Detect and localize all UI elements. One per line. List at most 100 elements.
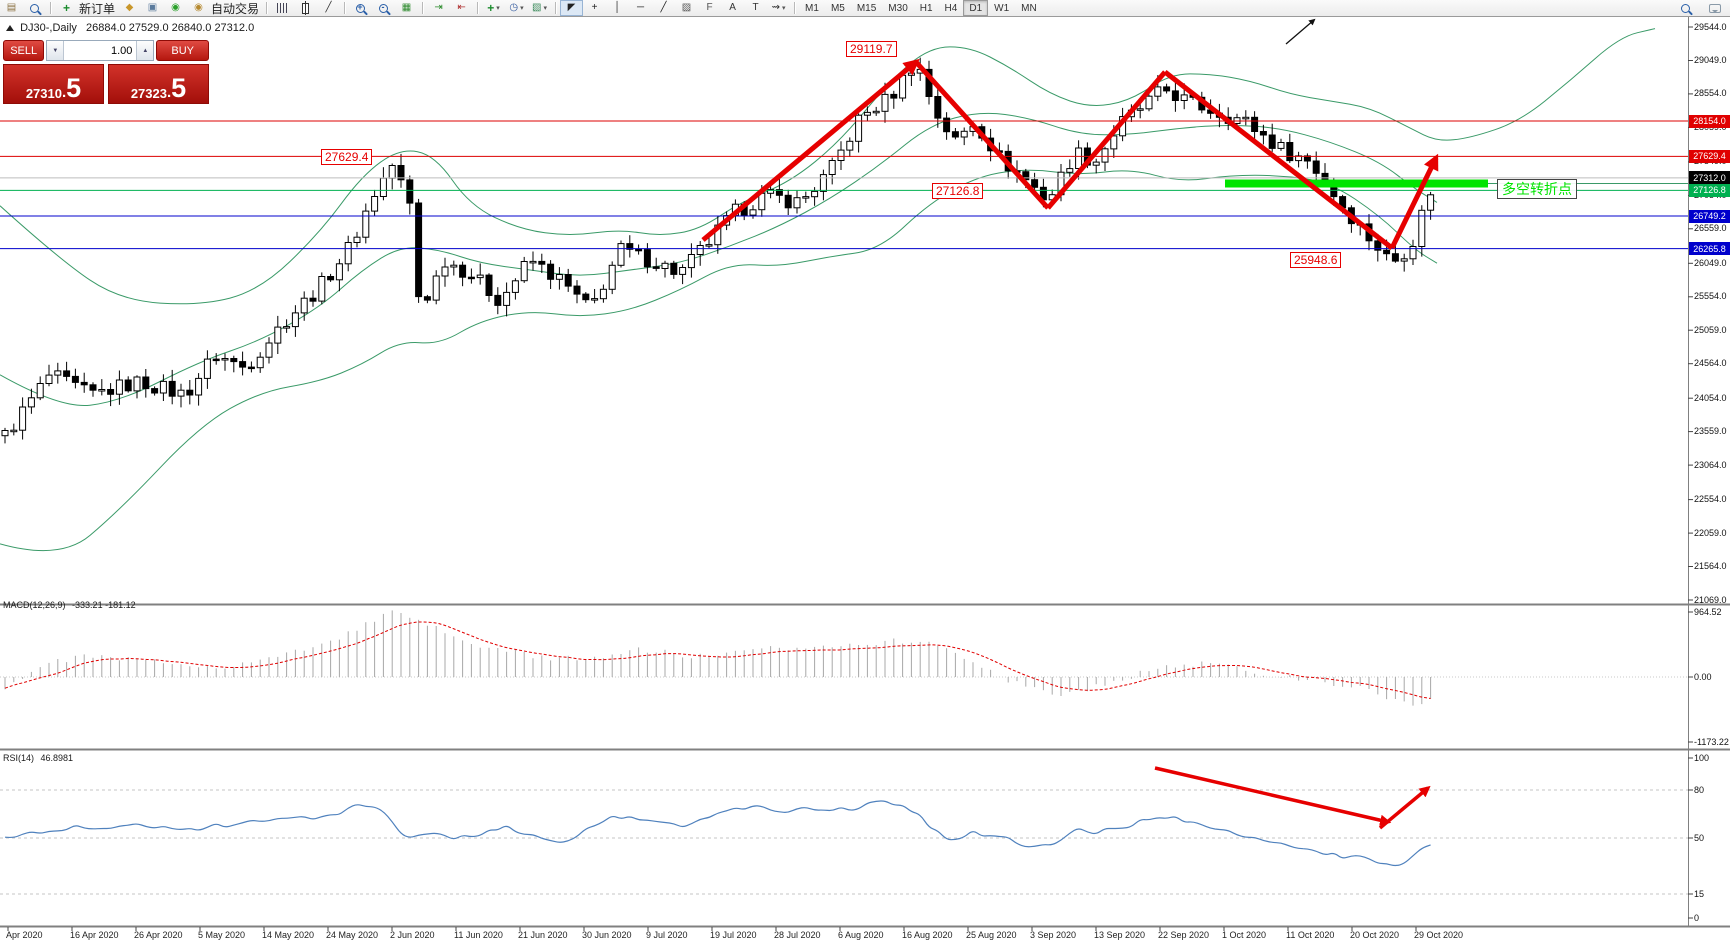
eraser-icon[interactable]: ◆ [118, 0, 141, 16]
timeframe-mn-button[interactable]: MN [1015, 0, 1043, 16]
toolbar-group: ▤ [0, 0, 46, 16]
sell-price-panel[interactable]: 27310 . 5 [3, 64, 104, 104]
periods-icon[interactable]: ◷▾ [505, 0, 528, 16]
chat-icon[interactable] [1703, 0, 1726, 16]
volume-field[interactable]: 1.00 [64, 41, 136, 60]
auto-trading-label[interactable]: 自动交易 [211, 0, 259, 17]
timeframe-m15-button[interactable]: M15 [851, 0, 882, 16]
candle-chart-mode-icon[interactable] [294, 0, 317, 16]
price-badge-27126.8: 27126.8 [1689, 184, 1730, 197]
timeframe-d1-button[interactable]: D1 [963, 0, 988, 16]
trendline-icon[interactable]: ╱ [652, 0, 675, 16]
rsi-scale-tick: 50 [1694, 833, 1704, 843]
price-axis-tick: 22059.0 [1694, 528, 1727, 538]
buy-price-panel[interactable]: 27323 . 5 [108, 64, 209, 104]
auto-scroll-icon[interactable]: ⇥ [427, 0, 450, 16]
toolbar-group: ╱ [271, 0, 340, 16]
pivot-annotation-label[interactable]: 多空转折点 [1497, 179, 1577, 199]
text-icon[interactable]: A [721, 0, 744, 16]
date-axis-label: 29 Oct 2020 [1414, 930, 1463, 940]
date-axis-label: 3 Sep 2020 [1030, 930, 1076, 940]
timeframe-w1-button[interactable]: W1 [988, 0, 1015, 16]
chart-preview-icon[interactable] [23, 0, 46, 16]
timeframe-m5-button[interactable]: M5 [825, 0, 851, 16]
macd-scale-tick: 964.52 [1694, 607, 1722, 617]
timeframe-h1-button[interactable]: H1 [914, 0, 939, 16]
macd-scale-tick: -1173.22 [1694, 737, 1729, 747]
search-icon[interactable] [1674, 0, 1697, 16]
new-order-button[interactable]: + [55, 0, 78, 16]
price-annotation-27629.4[interactable]: 27629.4 [321, 149, 372, 165]
zoom-in-icon[interactable]: + [349, 0, 372, 16]
volume-down-button[interactable]: ▼ [47, 41, 64, 60]
toolbar-separator [266, 2, 267, 14]
horizontal-line-icon[interactable]: ─ [629, 0, 652, 16]
timeframe-h4-button[interactable]: H4 [939, 0, 964, 16]
price-axis-tick: 26559.0 [1694, 223, 1727, 233]
price-badge-28154.0: 28154.0 [1689, 115, 1730, 128]
date-axis-label: 14 May 2020 [262, 930, 314, 940]
date-axis-label: 28 Jul 2020 [774, 930, 821, 940]
vertical-line-icon[interactable]: │ [606, 0, 629, 16]
date-axis-label: 20 Oct 2020 [1350, 930, 1399, 940]
price-badge-26265.8: 26265.8 [1689, 242, 1730, 255]
price-badge-26749.2: 26749.2 [1689, 210, 1730, 223]
date-axis-label: 25 Aug 2020 [966, 930, 1017, 940]
rsi-label: RSI(14) 46.8981 [3, 753, 73, 763]
toolbar-group: +▾◷▾▧▾ [482, 0, 551, 16]
date-axis-label: 22 Sep 2020 [1158, 930, 1209, 940]
price-annotation-25948.6[interactable]: 25948.6 [1290, 252, 1341, 268]
ohlc-values: 26884.0 27529.0 26840.0 27312.0 [86, 22, 254, 34]
equidistant-channel-icon[interactable]: ▨ [675, 0, 698, 16]
price-annotation-27126.8[interactable]: 27126.8 [932, 183, 983, 199]
new-order-label[interactable]: 新订单 [79, 0, 115, 17]
toolbar-separator [50, 2, 51, 14]
date-axis-label: 1 Oct 2020 [1222, 930, 1266, 940]
chart-shift-icon[interactable]: ⇤ [450, 0, 473, 16]
rsi-scale-tick: 15 [1694, 889, 1704, 899]
auto-trading-button[interactable]: ◉ [187, 0, 210, 16]
date-axis-label: 6 Aug 2020 [838, 930, 884, 940]
date-axis-label: 13 Sep 2020 [1094, 930, 1145, 940]
text-label-icon[interactable]: T [744, 0, 767, 16]
buy-price-main: 27323 [131, 86, 167, 101]
price-axis-tick: 22554.0 [1694, 494, 1727, 504]
price-annotation-29119.7[interactable]: 29119.7 [846, 41, 897, 57]
indicators-add-icon[interactable]: +▾ [482, 0, 505, 16]
date-axis-label: Apr 2020 [6, 930, 43, 940]
templates-icon[interactable]: ▧▾ [528, 0, 551, 16]
one-click-collapse-icon[interactable] [6, 25, 14, 31]
main-toolbar: ▤+新订单◆▣◉◉自动交易╱+-▦⇥⇤+▾◷▾▧▾◤+│─╱▨FAT⇝▾M1M5… [0, 0, 1730, 17]
volume-up-button[interactable]: ▲ [136, 41, 153, 60]
tile-windows-icon[interactable]: ▦ [395, 0, 418, 16]
sell-price-frac: 5 [66, 76, 81, 101]
sell-button[interactable]: SELL [3, 40, 44, 61]
price-axis-tick: 29544.0 [1694, 22, 1727, 32]
toolbar-right [1674, 0, 1726, 16]
price-axis-tick: 21069.0 [1694, 595, 1727, 605]
date-axis-label: 30 Jun 2020 [582, 930, 632, 940]
cursor-icon[interactable]: ◤ [560, 0, 583, 16]
arrows-tool-icon[interactable]: ⇝▾ [767, 0, 790, 16]
toolbar-group: ◤+│─╱▨FAT⇝▾ [560, 0, 790, 16]
timeframe-m30-button[interactable]: M30 [882, 0, 913, 16]
zoom-out-icon[interactable]: - [372, 0, 395, 16]
toolbar-separator [477, 2, 478, 14]
price-axis-tick: 21564.0 [1694, 561, 1727, 571]
timeframe-m1-button[interactable]: M1 [799, 0, 825, 16]
expert-advisors-icon[interactable]: ▣ [141, 0, 164, 16]
rsi-scale-tick: 100 [1694, 753, 1709, 763]
fibonacci-icon[interactable]: F [698, 0, 721, 16]
price-axis-tick: 28554.0 [1694, 88, 1727, 98]
signals-icon[interactable]: ◉ [164, 0, 187, 16]
chart-title: DJ30-,Daily 26884.0 27529.0 26840.0 2731… [6, 22, 254, 34]
chart-surface[interactable] [0, 0, 1730, 942]
bar-chart-mode-icon[interactable] [271, 0, 294, 16]
toolbar-group: ⇥⇤ [427, 0, 473, 16]
date-axis-label: 26 Apr 2020 [134, 930, 183, 940]
crosshair-icon[interactable]: + [583, 0, 606, 16]
price-axis-tick: 25059.0 [1694, 325, 1727, 335]
line-chart-mode-icon[interactable]: ╱ [317, 0, 340, 16]
buy-button[interactable]: BUY [156, 40, 209, 61]
new-chart-icon[interactable]: ▤ [0, 0, 23, 16]
